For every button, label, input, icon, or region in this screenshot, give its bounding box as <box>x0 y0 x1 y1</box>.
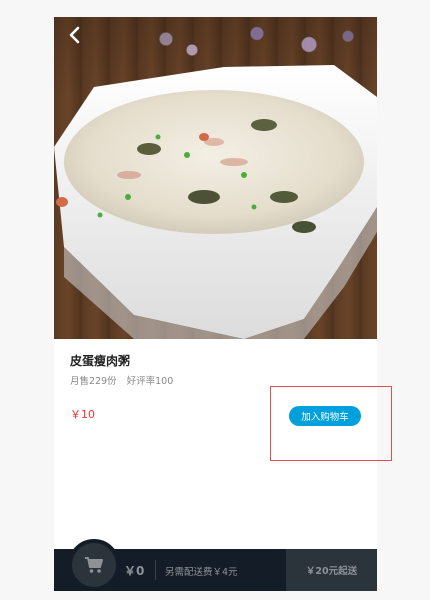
cart-bar: ￥0 另需配送费￥4元 ￥20元起送 <box>54 539 377 591</box>
cart-button[interactable] <box>68 539 120 591</box>
rating: 好评率100 <box>126 376 174 387</box>
product-name: 皮蛋瘦肉粥 <box>70 354 131 368</box>
product-detail-page: 皮蛋瘦肉粥 月售229份 好评率100 ￥10 加入购物车 ￥0 另需配送费￥4… <box>54 17 377 591</box>
product-image <box>54 17 377 339</box>
cart-total: ￥0 <box>124 564 145 578</box>
product-info: 皮蛋瘦肉粥 月售229份 好评率100 <box>70 353 361 387</box>
delivery-fee: 另需配送费￥4元 <box>165 567 238 578</box>
add-to-cart-button[interactable]: 加入购物车 <box>289 406 361 426</box>
monthly-sales: 月售229份 <box>70 376 117 387</box>
shopping-cart-icon <box>85 557 103 573</box>
checkout-button[interactable]: ￥20元起送 <box>286 549 377 591</box>
divider <box>155 560 156 580</box>
product-price: ￥10 <box>70 408 95 421</box>
back-button[interactable] <box>62 23 86 47</box>
product-meta: 月售229份 好评率100 <box>70 373 361 387</box>
congee-bowl-image <box>54 65 377 339</box>
chevron-left-icon <box>69 26 80 44</box>
